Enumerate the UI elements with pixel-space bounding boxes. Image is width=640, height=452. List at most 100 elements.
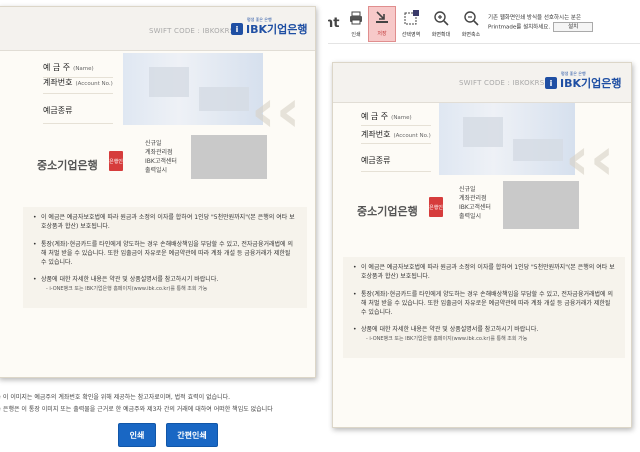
bank-name: 중소기업은행	[357, 205, 418, 218]
passbook-card: SWIFT CODE : IBKOKRSE 평생 좋은 은행 i IBK기업은행…	[0, 6, 316, 378]
toolbar-partial-label: nt	[328, 16, 340, 31]
install-button[interactable]: 설치	[553, 22, 594, 33]
print-time-label: 출력일시	[145, 167, 168, 174]
notice-item: 상품에 대한 자세한 내용은 약관 및 상품설명서를 참고하시기 바랍니다. -…	[33, 275, 297, 293]
name-label: 예 금 주 (Name)	[43, 62, 94, 73]
toolbar-zoom-in-button[interactable]: 화면확대	[426, 8, 456, 42]
account-label-ko: 계좌번호	[361, 130, 391, 139]
notice-terms: 상품에 대한 자세한 내용은 약관 및 상품설명서를 참고하시기 바랍니다.	[41, 276, 219, 284]
print-button[interactable]: 인쇄	[118, 423, 156, 447]
bank-brand: IBK기업은행	[560, 76, 622, 90]
save-icon	[372, 7, 392, 27]
toolbar-zoom-in-label: 화면확대	[431, 32, 451, 38]
divider	[361, 125, 431, 126]
notice-terms: 상품에 대한 자세한 내용은 약관 및 상품설명서를 참고하시기 바랍니다.	[361, 326, 539, 334]
divider	[361, 171, 431, 172]
notice-section: 이 예금은 예금자보호법에 따라 원금과 소정의 이자를 합하여 1인당 "5천…	[343, 257, 625, 358]
print-time-label: 출력일시	[459, 213, 482, 220]
simple-print-button[interactable]: 간편인쇄	[166, 423, 218, 447]
deposit-type-label-ko: 예금종류	[43, 106, 73, 115]
call-center-label: IBK고객센터	[459, 204, 491, 211]
toolbar-print-label: 인쇄	[351, 32, 361, 38]
masked-branch-info	[191, 135, 267, 179]
brand-tagline: 평생 좋은 은행	[561, 71, 586, 76]
printmade-line-1: 기존 웹화면인쇄 방식을 선호하시는 분은	[488, 15, 582, 21]
toolbar-save-label: 저장	[377, 31, 387, 37]
seal-text: 은행인	[109, 158, 123, 165]
notice-subnote: - i-ONE뱅크 또는 IBK기업은행 홈페이지(www.ibk.co.kr)…	[366, 335, 528, 342]
decor-chevron-icon: ‹‹	[565, 124, 615, 194]
notice-item: 상품에 대한 자세한 내용은 약관 및 상품설명서를 참고하시기 바랍니다. -…	[353, 325, 615, 343]
account-label-en: (Account No.)	[393, 133, 431, 139]
toolbar-select-area-label: 선택영역	[401, 32, 421, 38]
brand-tagline: 평생 좋은 은행	[247, 17, 272, 22]
notice-transfer-liability: 통장(계좌)·현금카드를 타인에게 양도하는 경우 손해배상책임을 부담할 수 …	[361, 290, 613, 317]
toolbar-save-button[interactable]: 저장	[368, 6, 396, 42]
notice-deposit-protection: 이 예금은 예금자보호법에 따라 원금과 소정의 이자를 합하여 1인당 "5천…	[361, 264, 615, 281]
name-label-en: (Name)	[73, 66, 94, 72]
notice-deposit-protection: 이 예금은 예금자보호법에 따라 원금과 소정의 이자를 합하여 1인당 "5천…	[41, 214, 295, 231]
notice-section: 이 예금은 예금자보호법에 따라 원금과 소정의 이자를 합하여 1인당 "5천…	[23, 207, 307, 308]
swift-code: SWIFT CODE : IBKOKRSE	[149, 27, 239, 35]
managing-branch-label: 계좌관리점	[145, 149, 173, 156]
printmade-line-2-row: Printmade를 설치하세요. 설치	[488, 22, 618, 33]
bank-logo: 평생 좋은 은행 i IBK기업은행	[231, 17, 308, 36]
account-label: 계좌번호 (Account No.)	[361, 129, 431, 140]
deposit-type-label-ko: 예금종류	[361, 156, 391, 165]
notice-subnote: - i-ONE뱅크 또는 IBK기업은행 홈페이지(www.ibk.co.kr)…	[46, 285, 208, 292]
open-date-label: 신규일	[459, 186, 476, 193]
notice-item: 이 예금은 예금자보호법에 따라 원금과 소정의 이자를 합하여 1인당 "5천…	[353, 263, 615, 282]
bank-brand: IBK기업은행	[246, 22, 308, 36]
name-label-ko: 예 금 주	[43, 63, 71, 72]
notice-item: 통장(계좌)·현금카드를 타인에게 양도하는 경우 손해배상책임을 부담할 수 …	[353, 290, 615, 318]
branch-info: 신규일 계좌관리점 IBK고객센터 출력일시	[145, 139, 177, 175]
masked-account-info	[199, 87, 249, 111]
zoom-in-icon	[431, 8, 451, 28]
masked-branch-info	[503, 181, 579, 229]
divider	[361, 143, 431, 144]
swift-code: SWIFT CODE : IBKOKRSE	[459, 79, 549, 87]
account-label: 계좌번호 (Account No.)	[43, 77, 113, 88]
decor-chevron-icon: ‹‹	[251, 76, 301, 146]
print-icon	[346, 8, 366, 28]
passbook-card-preview: SWIFT CODE : IBKOKRSE 평생 좋은 은행 i IBK기업은행…	[332, 62, 632, 428]
printmade-notice: 기존 웹화면인쇄 방식을 선호하시는 분은 Printmade를 설치하세요. 설…	[488, 14, 618, 33]
ibk-logo-icon: i	[545, 77, 557, 89]
bank-name: 중소기업은행	[37, 159, 98, 172]
divider	[43, 93, 113, 94]
select-area-icon	[401, 8, 421, 28]
branch-info: 신규일 계좌관리점 IBK고객센터 출력일시	[459, 185, 491, 221]
toolbar-zoom-out-label: 화면축소	[461, 32, 481, 38]
disclaimer-line-2: ※ 은행은 이 통장 이미지 또는 출력물을 근거로 한 예금주와 제3자 간의…	[0, 406, 273, 413]
ibk-logo-icon: i	[231, 23, 243, 35]
name-label: 예 금 주 (Name)	[361, 111, 412, 122]
name-label-ko: 예 금 주	[361, 112, 389, 121]
open-date-label: 신규일	[145, 140, 162, 147]
toolbar-print-button[interactable]: 인쇄	[342, 8, 370, 42]
notice-item: 통장(계좌)·현금카드를 타인에게 양도하는 경우 손해배상책임을 부담할 수 …	[33, 240, 297, 268]
disclaimer-line-1: ※ 이 이미지는 예금주의 계좌번호 확인을 위해 제공하는 참고자료이며, 법…	[0, 394, 231, 401]
seal-text: 은행인	[429, 204, 443, 211]
notice-transfer-liability: 통장(계좌)·현금카드를 타인에게 양도하는 경우 손해배상책임을 부담할 수 …	[41, 240, 293, 267]
notice-item: 이 예금은 예금자보호법에 따라 원금과 소정의 이자를 합하여 1인당 "5천…	[33, 213, 297, 232]
right-print-preview-pane: nt 인쇄 저장 선택영역 화면확대 화면축소 기존 웹화면인쇄 방식을 선호하…	[328, 0, 640, 452]
name-label-en: (Name)	[391, 115, 412, 121]
print-toolbar: nt 인쇄 저장 선택영역 화면확대 화면축소 기존 웹화면인쇄 방식을 선호하…	[328, 0, 640, 44]
masked-account-info	[463, 117, 503, 147]
bank-seal: 은행인	[429, 197, 443, 217]
toolbar-zoom-out-button[interactable]: 화면축소	[456, 8, 486, 42]
deposit-type-label: 예금종류	[361, 155, 390, 166]
printmade-line-2: Printmade를 설치하세요.	[488, 24, 551, 31]
account-label-en: (Account No.)	[75, 81, 113, 87]
zoom-out-icon	[461, 8, 481, 28]
toolbar-select-area-button[interactable]: 선택영역	[396, 8, 426, 42]
bank-logo: 평생 좋은 은행 i IBK기업은행	[545, 71, 622, 90]
managing-branch-label: 계좌관리점	[459, 195, 487, 202]
account-label-ko: 계좌번호	[43, 78, 73, 87]
bank-seal: 은행인	[109, 151, 123, 171]
deposit-type-label: 예금종류	[43, 105, 72, 116]
install-label: 설치	[568, 24, 579, 31]
left-preview-pane: SWIFT CODE : IBKOKRSE 평생 좋은 은행 i IBK기업은행…	[0, 0, 328, 452]
divider	[43, 123, 113, 124]
masked-account-info	[513, 139, 563, 161]
